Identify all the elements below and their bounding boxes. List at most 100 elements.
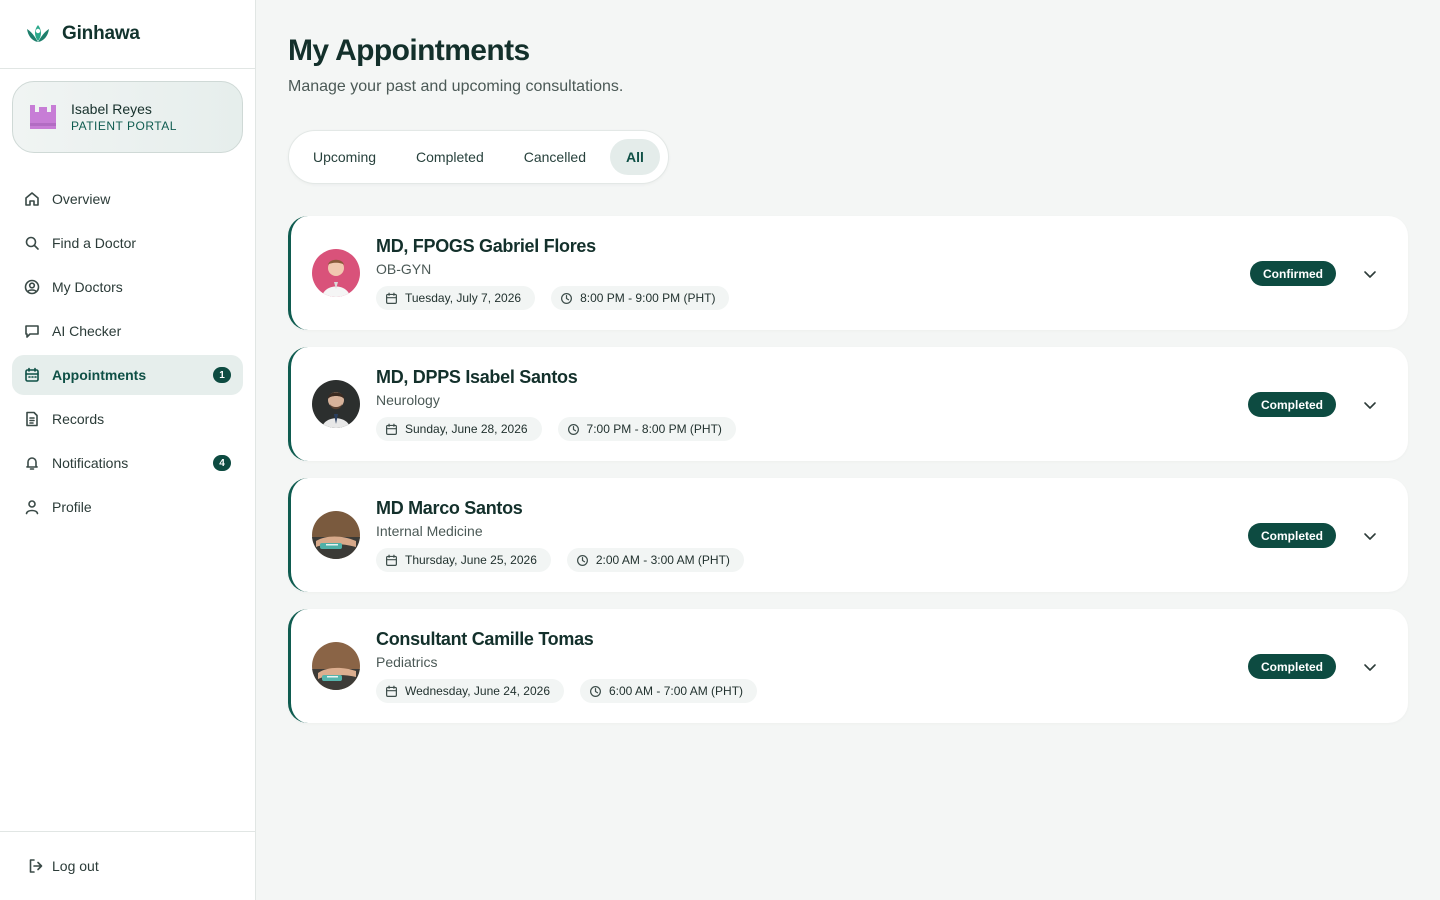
date-chip: Sunday, June 28, 2026 — [376, 417, 542, 441]
doctor-name[interactable]: MD Marco Santos — [376, 498, 523, 519]
sidebar-item-label: Records — [52, 411, 105, 427]
appointment-card[interactable]: MD, FPOGS Gabriel Flores OB-GYN Tuesday,… — [288, 216, 1408, 330]
appointment-time: 6:00 AM - 7:00 AM (PHT) — [609, 684, 744, 698]
appointment-card[interactable]: MD Marco Santos Internal Medicine Thursd… — [288, 478, 1408, 592]
clock-icon — [561, 292, 573, 304]
appointment-card[interactable]: MD, DPPS Isabel Santos Neurology Sunday,… — [288, 347, 1408, 461]
sidebar: Ginhawa Isabel Reyes PATIENT PORTAL Over… — [0, 0, 256, 900]
bell-icon — [26, 457, 38, 470]
doctor-avatar — [312, 511, 360, 559]
brand-name: Ginhawa — [62, 23, 140, 44]
user-circle-icon — [24, 279, 40, 295]
doctor-photo-icon — [312, 249, 360, 297]
sidebar-item-notifications[interactable]: Notifications 4 — [12, 443, 243, 483]
doctor-photo-icon — [312, 642, 360, 690]
tab-upcoming[interactable]: Upcoming — [297, 139, 392, 175]
sidebar-item-find-doctor[interactable]: Find a Doctor — [12, 223, 243, 263]
sidebar-item-profile[interactable]: Profile — [12, 487, 243, 527]
sidebar-item-label: Overview — [52, 191, 111, 207]
lotus-logo-icon — [27, 25, 49, 42]
doctor-specialty: Pediatrics — [376, 654, 438, 670]
doctor-photo-icon — [312, 380, 360, 428]
sidebar-item-label: Appointments — [52, 367, 147, 383]
document-icon — [26, 411, 38, 427]
status-badge: Completed — [1247, 392, 1336, 417]
castle-avatar-icon — [30, 105, 56, 129]
doctor-name[interactable]: MD, DPPS Isabel Santos — [376, 367, 578, 388]
clock-icon — [567, 423, 579, 435]
logout-icon — [29, 859, 43, 873]
status-badge: Completed — [1247, 654, 1336, 679]
home-icon — [25, 192, 39, 206]
chevron-down-icon[interactable] — [1362, 528, 1378, 544]
main-content: My Appointments Manage your past and upc… — [288, 0, 1408, 740]
doctor-name[interactable]: Consultant Camille Tomas — [376, 629, 594, 650]
appointment-time: 8:00 PM - 9:00 PM (PHT) — [580, 291, 716, 305]
doctor-avatar — [312, 249, 360, 297]
appointment-date: Thursday, June 25, 2026 — [405, 553, 537, 567]
doctor-name[interactable]: MD, FPOGS Gabriel Flores — [376, 236, 596, 257]
appointment-meta: Tuesday, July 7, 2026 8:00 PM - 9:00 PM … — [376, 286, 745, 310]
tab-completed[interactable]: Completed — [400, 139, 500, 175]
sidebar-item-appointments[interactable]: Appointments 1 — [12, 355, 243, 395]
sidebar-item-ai-checker[interactable]: AI Checker — [12, 311, 243, 351]
sidebar-item-label: Notifications — [52, 455, 129, 471]
chat-icon — [25, 325, 39, 338]
appointment-date: Wednesday, June 24, 2026 — [405, 684, 550, 698]
brand[interactable]: Ginhawa — [0, 0, 255, 69]
tab-all[interactable]: All — [610, 139, 660, 175]
time-chip: 7:00 PM - 8:00 PM (PHT) — [557, 417, 736, 441]
chevron-down-icon[interactable] — [1362, 266, 1378, 282]
user-card[interactable]: Isabel Reyes PATIENT PORTAL — [12, 81, 243, 153]
appointments-count-badge: 1 — [213, 367, 231, 383]
appointment-card[interactable]: Consultant Camille Tomas Pediatrics Wedn… — [288, 609, 1408, 723]
doctor-photo-icon — [312, 511, 360, 559]
sidebar-item-label: My Doctors — [52, 279, 123, 295]
date-chip: Thursday, June 25, 2026 — [376, 548, 551, 572]
logout-label: Log out — [52, 858, 99, 874]
doctor-specialty: OB-GYN — [376, 261, 432, 277]
status-badge: Confirmed — [1250, 261, 1336, 286]
sidebar-item-my-doctors[interactable]: My Doctors — [12, 267, 243, 307]
calendar-icon — [386, 685, 397, 697]
tab-cancelled[interactable]: Cancelled — [508, 139, 602, 175]
sidebar-nav: Overview Find a Doctor My Doctors AI Che… — [12, 179, 243, 531]
calendar-icon — [386, 554, 397, 566]
doctor-specialty: Neurology — [376, 392, 440, 408]
chevron-down-icon[interactable] — [1362, 659, 1378, 675]
calendar-icon — [386, 423, 397, 435]
appointment-date: Tuesday, July 7, 2026 — [405, 291, 522, 305]
date-chip: Tuesday, July 7, 2026 — [376, 286, 536, 310]
time-chip: 2:00 AM - 3:00 AM (PHT) — [566, 548, 744, 572]
user-role: PATIENT PORTAL — [71, 119, 177, 133]
search-icon — [25, 236, 39, 250]
sidebar-item-records[interactable]: Records — [12, 399, 243, 439]
appointment-date: Sunday, June 28, 2026 — [405, 422, 528, 436]
notifications-count-badge: 4 — [213, 455, 231, 471]
sidebar-item-label: Find a Doctor — [52, 235, 137, 251]
appointment-meta: Sunday, June 28, 2026 7:00 PM - 8:00 PM … — [376, 417, 752, 441]
page-title: My Appointments — [288, 34, 530, 67]
appointment-time: 7:00 PM - 8:00 PM (PHT) — [586, 422, 722, 436]
user-name: Isabel Reyes — [71, 101, 152, 117]
date-chip: Wednesday, June 24, 2026 — [376, 679, 564, 703]
appointment-list: MD, FPOGS Gabriel Flores OB-GYN Tuesday,… — [288, 216, 1408, 723]
time-chip: 8:00 PM - 9:00 PM (PHT) — [551, 286, 730, 310]
clock-icon — [590, 685, 601, 697]
logout-button[interactable]: Log out — [28, 858, 99, 874]
appointment-meta: Thursday, June 25, 2026 2:00 AM - 3:00 A… — [376, 548, 760, 572]
appointment-time: 2:00 AM - 3:00 AM (PHT) — [595, 553, 730, 567]
sidebar-footer: Log out — [0, 831, 255, 900]
user-icon — [25, 500, 39, 515]
doctor-avatar — [312, 380, 360, 428]
page-subtitle: Manage your past and upcoming consultati… — [288, 78, 624, 95]
doctor-specialty: Internal Medicine — [376, 523, 483, 539]
sidebar-item-overview[interactable]: Overview — [12, 179, 243, 219]
doctor-avatar — [312, 642, 360, 690]
chevron-down-icon[interactable] — [1362, 397, 1378, 413]
clock-icon — [576, 554, 588, 566]
calendar-icon — [25, 367, 39, 382]
status-badge: Completed — [1247, 523, 1336, 548]
appointment-filter-tabs: Upcoming Completed Cancelled All — [288, 130, 669, 184]
sidebar-item-label: AI Checker — [52, 323, 122, 339]
